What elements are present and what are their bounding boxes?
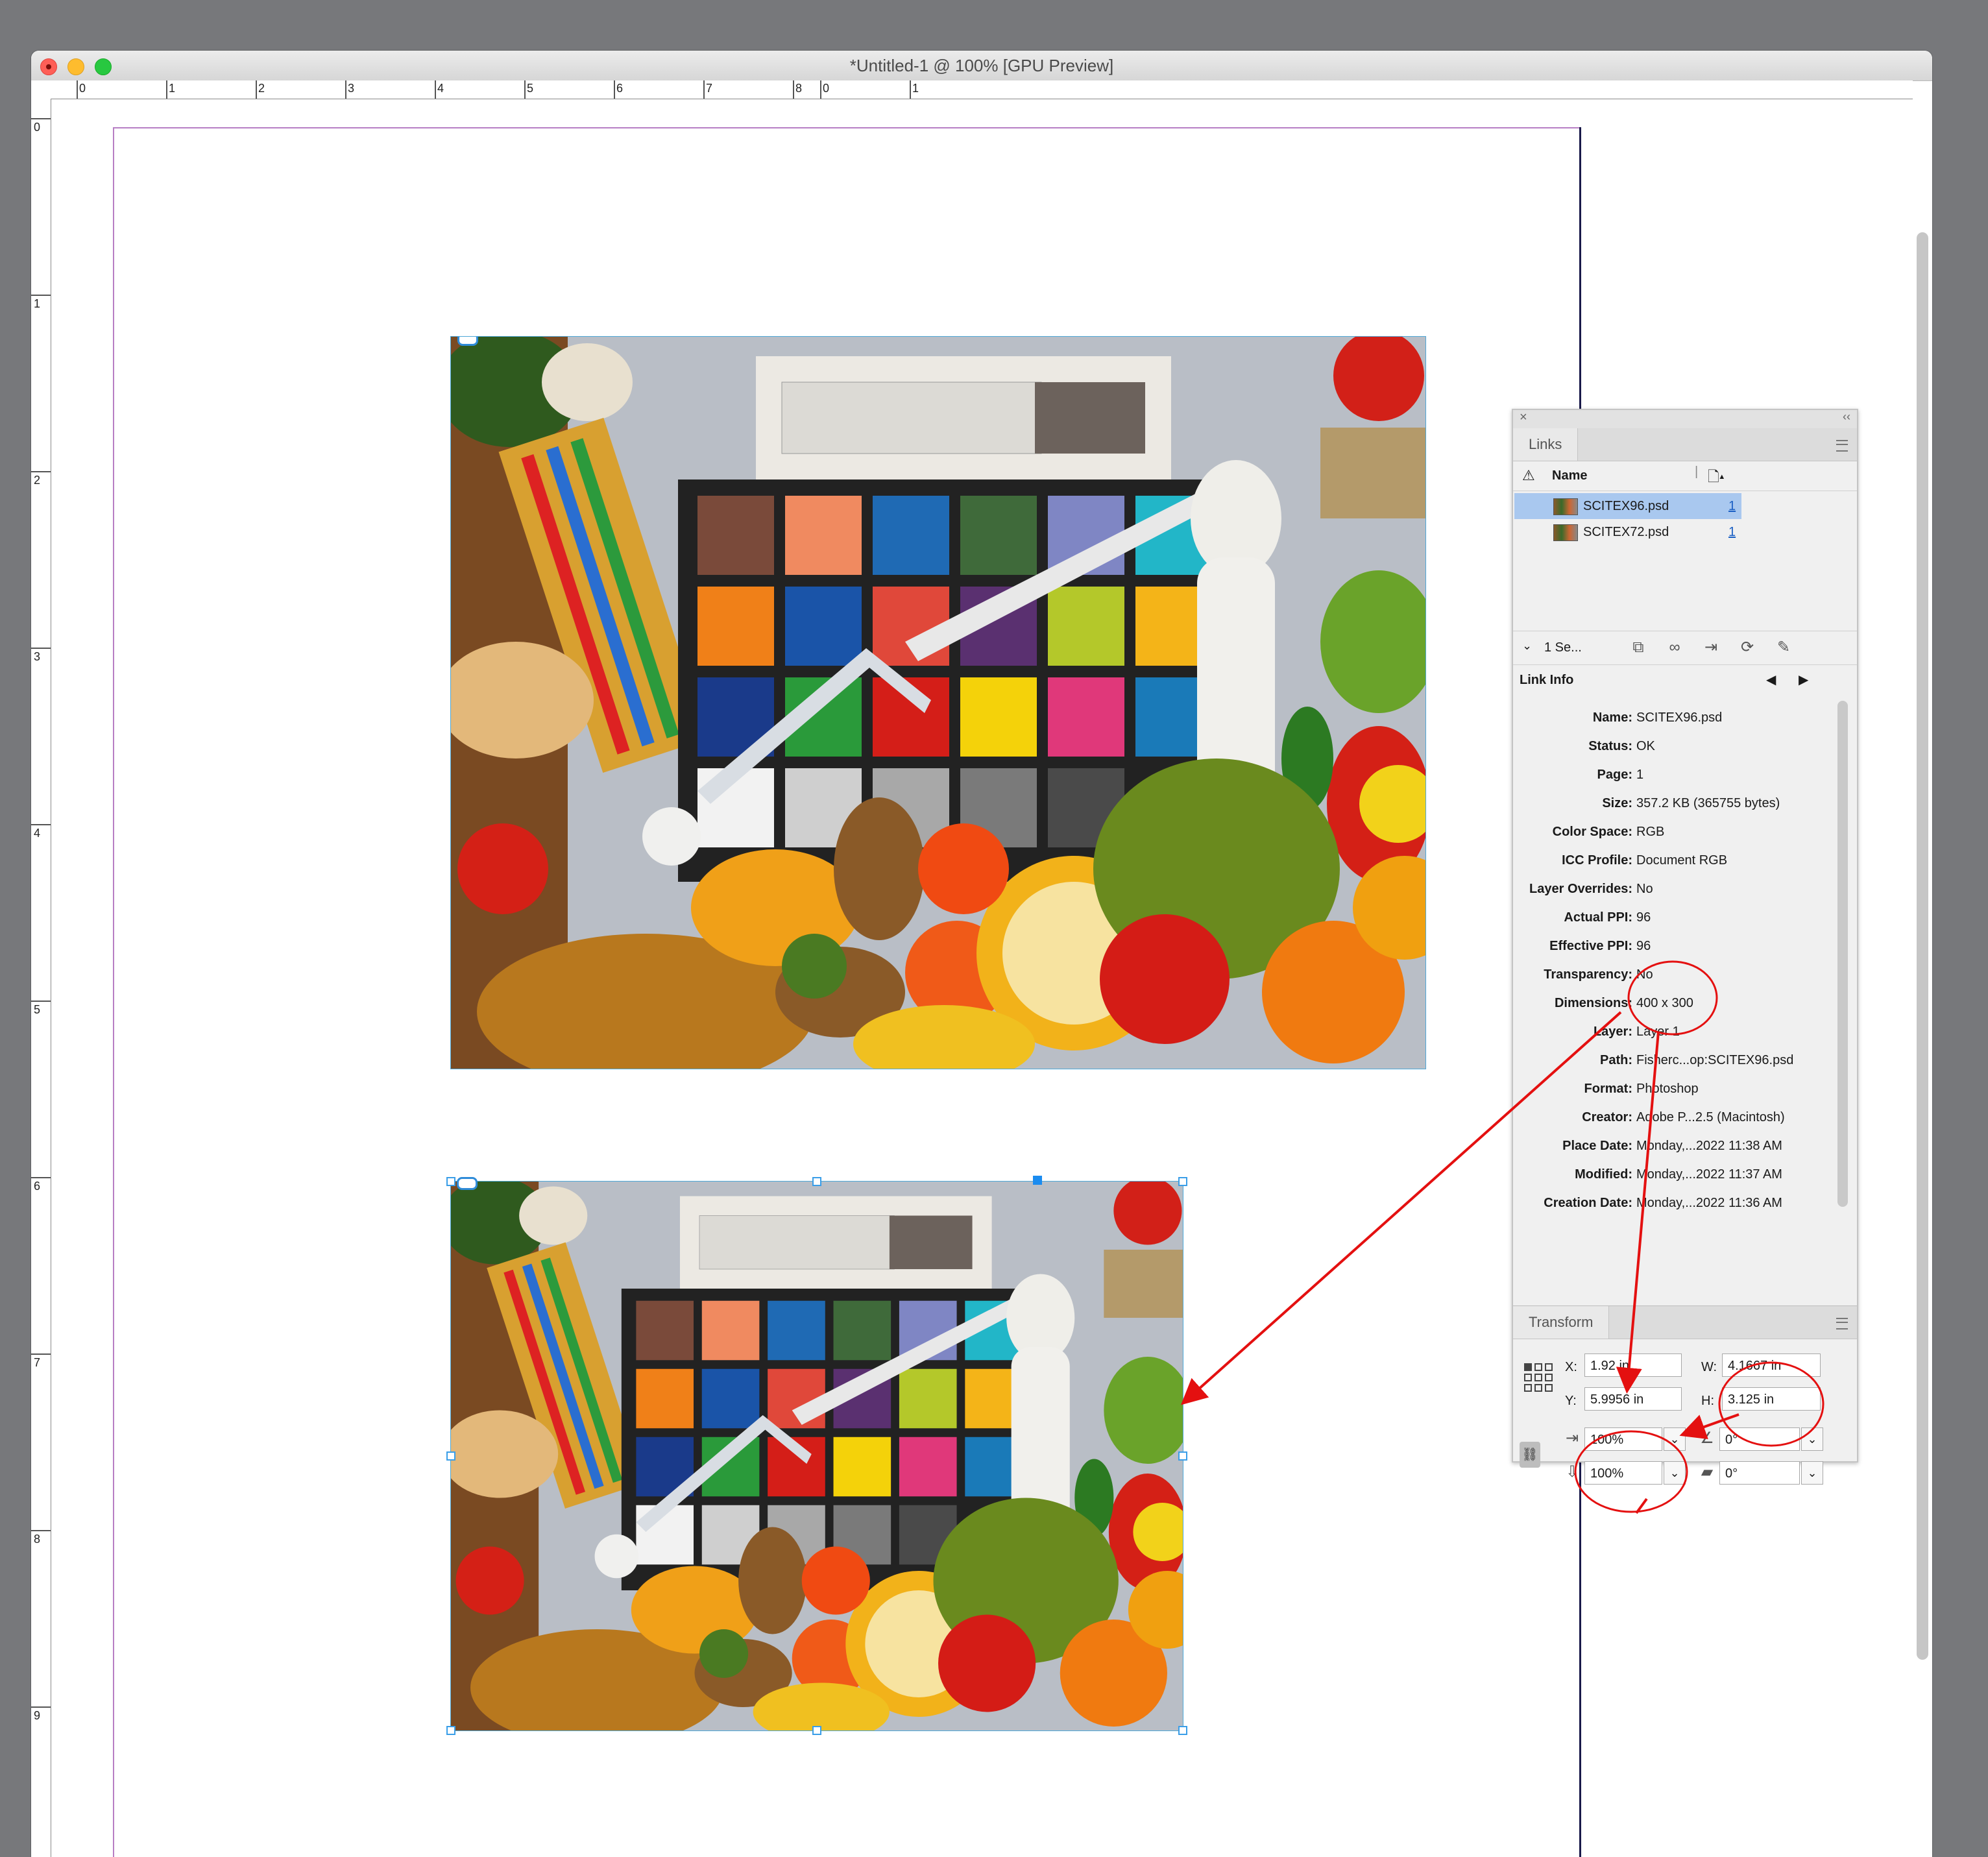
arrow-to-y-field — [1616, 1031, 1660, 1394]
size-circle — [1718, 1361, 1824, 1447]
ppi-circle — [1627, 960, 1718, 1036]
arrow-to-image — [1181, 1011, 1622, 1405]
annotation-overlay — [1181, 960, 1824, 1514]
scale-circle — [1574, 1430, 1688, 1513]
